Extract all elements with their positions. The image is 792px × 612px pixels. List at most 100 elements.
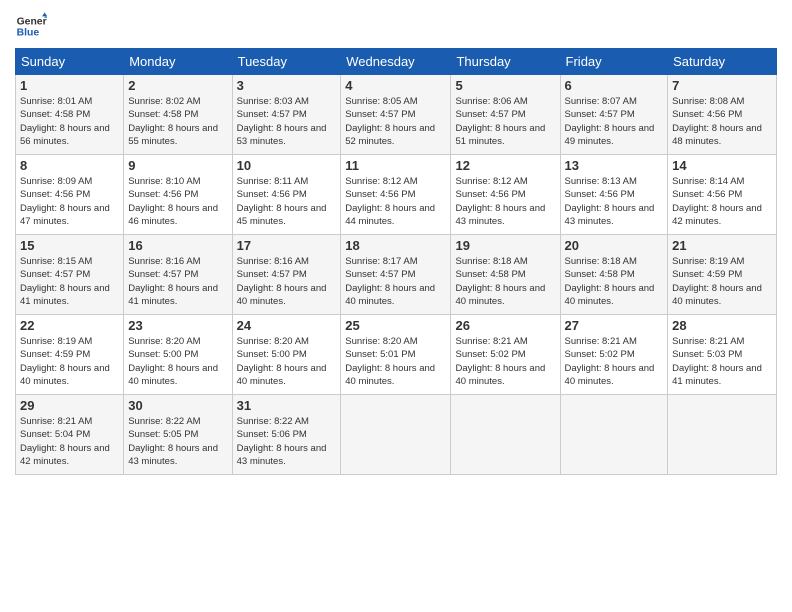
calendar-cell: 2 Sunrise: 8:02 AMSunset: 4:58 PMDaylight… (124, 75, 232, 155)
calendar-cell: 15 Sunrise: 8:15 AMSunset: 4:57 PMDayligh… (16, 235, 124, 315)
weekday-header-friday: Friday (560, 49, 668, 75)
calendar-cell (668, 395, 777, 475)
calendar-cell: 8 Sunrise: 8:09 AMSunset: 4:56 PMDaylight… (16, 155, 124, 235)
day-info: Sunrise: 8:18 AMSunset: 4:58 PMDaylight:… (455, 255, 555, 308)
week-row-0: 1 Sunrise: 8:01 AMSunset: 4:58 PMDaylight… (16, 75, 777, 155)
calendar-cell: 14 Sunrise: 8:14 AMSunset: 4:56 PMDayligh… (668, 155, 777, 235)
day-info: Sunrise: 8:06 AMSunset: 4:57 PMDaylight:… (455, 95, 555, 148)
day-info: Sunrise: 8:21 AMSunset: 5:02 PMDaylight:… (455, 335, 555, 388)
day-info: Sunrise: 8:21 AMSunset: 5:02 PMDaylight:… (565, 335, 664, 388)
calendar-cell: 3Sunrise: 8:03 AMSunset: 4:57 PMDaylight… (232, 75, 341, 155)
day-number: 25 (345, 318, 446, 333)
calendar-table: SundayMondayTuesdayWednesdayThursdayFrid… (15, 48, 777, 475)
day-info: Sunrise: 8:05 AMSunset: 4:57 PMDaylight:… (345, 95, 446, 148)
weekday-header-monday: Monday (124, 49, 232, 75)
day-info: Sunrise: 8:20 AMSunset: 5:00 PMDaylight:… (128, 335, 227, 388)
day-info: Sunrise: 8:20 AMSunset: 5:00 PMDaylight:… (237, 335, 337, 388)
day-number: 18 (345, 238, 446, 253)
day-number: 7 (672, 78, 772, 93)
header: General Blue (15, 10, 777, 42)
day-number: 5 (455, 78, 555, 93)
day-info: Sunrise: 8:17 AMSunset: 4:57 PMDaylight:… (345, 255, 446, 308)
calendar-cell: 24Sunrise: 8:20 AMSunset: 5:00 PMDayligh… (232, 315, 341, 395)
page-container: General Blue SundayMondayTuesdayWednesda… (0, 0, 792, 485)
day-info: Sunrise: 8:16 AMSunset: 4:57 PMDaylight:… (128, 255, 227, 308)
calendar-cell: 19 Sunrise: 8:18 AMSunset: 4:58 PMDayligh… (451, 235, 560, 315)
calendar-cell: 6Sunrise: 8:07 AMSunset: 4:57 PMDaylight… (560, 75, 668, 155)
day-info: Sunrise: 8:01 AMSunset: 4:58 PMDaylight:… (20, 95, 119, 148)
day-number: 17 (237, 238, 337, 253)
week-row-3: 22 Sunrise: 8:19 AMSunset: 4:59 PMDayligh… (16, 315, 777, 395)
day-info: Sunrise: 8:16 AMSunset: 4:57 PMDaylight:… (237, 255, 337, 308)
day-info: Sunrise: 8:13 AMSunset: 4:56 PMDaylight:… (565, 175, 664, 228)
calendar-cell: 7 Sunrise: 8:08 AMSunset: 4:56 PMDaylight… (668, 75, 777, 155)
day-number: 6 (565, 78, 664, 93)
day-info: Sunrise: 8:10 AMSunset: 4:56 PMDaylight:… (128, 175, 227, 228)
header-row: SundayMondayTuesdayWednesdayThursdayFrid… (16, 49, 777, 75)
day-number: 28 (672, 318, 772, 333)
weekday-header-wednesday: Wednesday (341, 49, 451, 75)
day-info: Sunrise: 8:21 AMSunset: 5:04 PMDaylight:… (20, 415, 119, 468)
day-number: 29 (20, 398, 119, 413)
calendar-cell: 10Sunrise: 8:11 AMSunset: 4:56 PMDayligh… (232, 155, 341, 235)
day-info: Sunrise: 8:19 AMSunset: 4:59 PMDaylight:… (20, 335, 119, 388)
day-info: Sunrise: 8:14 AMSunset: 4:56 PMDaylight:… (672, 175, 772, 228)
calendar-cell: 22 Sunrise: 8:19 AMSunset: 4:59 PMDayligh… (16, 315, 124, 395)
calendar-cell: 30Sunrise: 8:22 AMSunset: 5:05 PMDayligh… (124, 395, 232, 475)
week-row-1: 8 Sunrise: 8:09 AMSunset: 4:56 PMDaylight… (16, 155, 777, 235)
day-info: Sunrise: 8:15 AMSunset: 4:57 PMDaylight:… (20, 255, 119, 308)
day-number: 26 (455, 318, 555, 333)
day-number: 1 (20, 78, 119, 93)
day-number: 12 (455, 158, 555, 173)
day-number: 3 (237, 78, 337, 93)
day-info: Sunrise: 8:08 AMSunset: 4:56 PMDaylight:… (672, 95, 772, 148)
weekday-header-saturday: Saturday (668, 49, 777, 75)
day-info: Sunrise: 8:02 AMSunset: 4:58 PMDaylight:… (128, 95, 227, 148)
calendar-cell: 31Sunrise: 8:22 AMSunset: 5:06 PMDayligh… (232, 395, 341, 475)
week-row-4: 29 Sunrise: 8:21 AMSunset: 5:04 PMDayligh… (16, 395, 777, 475)
weekday-header-thursday: Thursday (451, 49, 560, 75)
calendar-cell: 21 Sunrise: 8:19 AMSunset: 4:59 PMDayligh… (668, 235, 777, 315)
day-number: 23 (128, 318, 227, 333)
calendar-cell: 17 Sunrise: 8:16 AMSunset: 4:57 PMDayligh… (232, 235, 341, 315)
day-info: Sunrise: 8:18 AMSunset: 4:58 PMDaylight:… (565, 255, 664, 308)
day-number: 2 (128, 78, 227, 93)
calendar-cell: 27 Sunrise: 8:21 AMSunset: 5:02 PMDayligh… (560, 315, 668, 395)
day-number: 15 (20, 238, 119, 253)
day-number: 27 (565, 318, 664, 333)
day-number: 16 (128, 238, 227, 253)
day-info: Sunrise: 8:20 AMSunset: 5:01 PMDaylight:… (345, 335, 446, 388)
calendar-cell: 1 Sunrise: 8:01 AMSunset: 4:58 PMDaylight… (16, 75, 124, 155)
logo: General Blue (15, 10, 47, 42)
calendar-cell: 11Sunrise: 8:12 AMSunset: 4:56 PMDayligh… (341, 155, 451, 235)
calendar-cell: 9 Sunrise: 8:10 AMSunset: 4:56 PMDaylight… (124, 155, 232, 235)
calendar-cell: 29 Sunrise: 8:21 AMSunset: 5:04 PMDayligh… (16, 395, 124, 475)
svg-text:General: General (17, 16, 47, 27)
weekday-header-sunday: Sunday (16, 49, 124, 75)
day-number: 14 (672, 158, 772, 173)
day-info: Sunrise: 8:19 AMSunset: 4:59 PMDaylight:… (672, 255, 772, 308)
day-number: 21 (672, 238, 772, 253)
day-number: 8 (20, 158, 119, 173)
day-info: Sunrise: 8:09 AMSunset: 4:56 PMDaylight:… (20, 175, 119, 228)
day-info: Sunrise: 8:11 AMSunset: 4:56 PMDaylight:… (237, 175, 337, 228)
day-number: 20 (565, 238, 664, 253)
day-info: Sunrise: 8:12 AMSunset: 4:56 PMDaylight:… (345, 175, 446, 228)
day-info: Sunrise: 8:12 AMSunset: 4:56 PMDaylight:… (455, 175, 555, 228)
logo-icon: General Blue (15, 10, 47, 42)
day-info: Sunrise: 8:21 AMSunset: 5:03 PMDaylight:… (672, 335, 772, 388)
day-number: 9 (128, 158, 227, 173)
calendar-cell: 12 Sunrise: 8:12 AMSunset: 4:56 PMDayligh… (451, 155, 560, 235)
calendar-cell: 16 Sunrise: 8:16 AMSunset: 4:57 PMDayligh… (124, 235, 232, 315)
calendar-cell: 20 Sunrise: 8:18 AMSunset: 4:58 PMDayligh… (560, 235, 668, 315)
calendar-cell: 26 Sunrise: 8:21 AMSunset: 5:02 PMDayligh… (451, 315, 560, 395)
day-number: 19 (455, 238, 555, 253)
calendar-cell: 23 Sunrise: 8:20 AMSunset: 5:00 PMDayligh… (124, 315, 232, 395)
day-number: 13 (565, 158, 664, 173)
day-number: 31 (237, 398, 337, 413)
calendar-cell (451, 395, 560, 475)
day-number: 30 (128, 398, 227, 413)
svg-text:Blue: Blue (17, 28, 40, 39)
calendar-cell: 28 Sunrise: 8:21 AMSunset: 5:03 PMDayligh… (668, 315, 777, 395)
day-number: 22 (20, 318, 119, 333)
